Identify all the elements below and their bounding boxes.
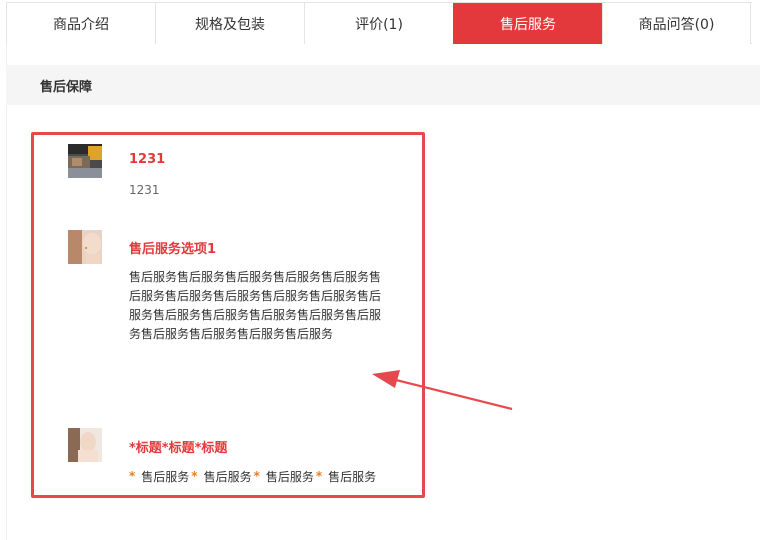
item-description: 1231 [129,183,160,197]
tab-product-qa[interactable]: 商品问答(0) [602,3,751,44]
tab-product-intro[interactable]: 商品介绍 [6,3,155,44]
tab-specs-packaging[interactable]: 规格及包装 [155,3,304,44]
service-tag: 售后服务 [141,469,190,484]
star-bullet-icon: * [315,469,323,483]
tab-bar: 商品介绍 规格及包装 评价(1) 售后服务 商品问答(0) [6,2,752,44]
annotation-arrow-icon [372,370,513,411]
star-bullet-icon: * [191,469,198,483]
service-tag: 售后服务 [203,469,252,484]
page: 商品介绍 规格及包装 评价(1) 售后服务 商品问答(0) 售后保障 1231 … [0,0,760,540]
left-divider [6,44,7,540]
service-tag: 售后服务 [328,469,377,484]
item-title: 1231 [129,152,166,167]
item-title: *标题*标题*标题 [129,441,228,456]
tab-reviews[interactable]: 评价(1) [304,3,453,44]
section-title: 售后保障 [40,79,93,95]
service-tags-row: * 售后服务 * 售后服务 * 售后服务 * 售后服务 [129,467,376,485]
portrait-photo-thumbnail-icon [68,230,102,264]
food-photo-thumbnail-icon [68,144,102,178]
section-header: 售后保障 [6,65,760,105]
item-title: 售后服务选项1 [129,242,217,257]
portrait-photo-thumbnail-icon [68,428,102,462]
tab-after-sales[interactable]: 售后服务 [453,3,602,44]
item-body: 售后服务售后服务售后服务售后服务售后服务售后服务售后服务售后服务售后服务售后服务… [129,270,382,341]
star-bullet-icon: * [253,469,260,483]
star-bullet-icon: * [129,469,136,483]
service-tag: 售后服务 [265,469,314,484]
